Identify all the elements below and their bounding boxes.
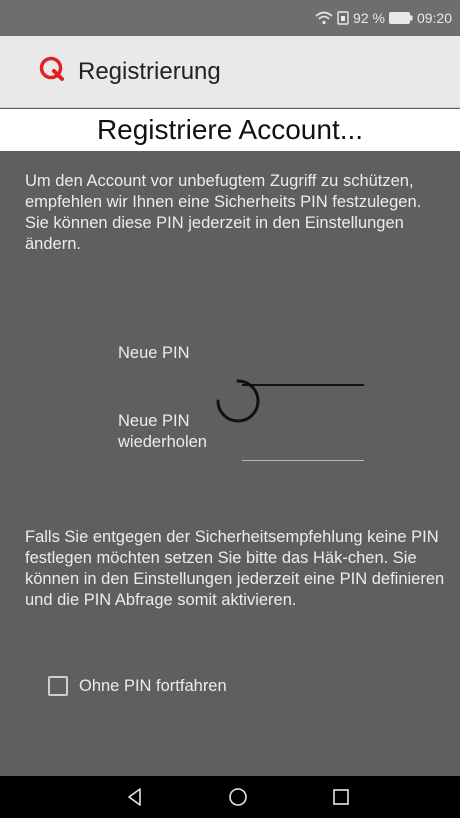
q-logo-icon [38,55,66,88]
navigation-bar [0,776,460,818]
clock: 09:20 [416,10,452,26]
sim-icon [337,11,349,25]
pin-repeat-label-line1: Neue PIN [118,412,190,430]
skip-pin-option[interactable]: Ohne PIN fortfahren [48,676,227,696]
intro-text: Um den Account vor unbefugtem Zugriff zu… [25,172,422,253]
status-bar: 92 % 09:20 [0,0,460,36]
home-icon[interactable] [223,782,253,812]
pin-repeat-input[interactable] [242,430,364,461]
loading-spinner-icon [208,373,264,434]
skip-pin-checkbox[interactable] [48,676,68,696]
pin-label: Neue PIN [118,344,190,362]
recents-icon[interactable] [326,782,356,812]
app-bar: Registrierung [0,36,460,108]
info-text: Falls Sie entgegen der Sicherheitsempfeh… [25,528,445,609]
registration-content: Um den Account vor unbefugtem Zugriff zu… [0,151,460,776]
battery-icon [388,12,413,24]
battery-percent: 92 % [353,10,385,26]
progress-banner: Registriere Account... [0,109,460,151]
pin-repeat-label-line2: wiederholen [118,433,207,451]
wifi-icon [315,11,333,25]
skip-pin-label[interactable]: Ohne PIN fortfahren [79,677,227,696]
back-icon[interactable] [120,782,150,812]
app-title: Registrierung [78,57,221,85]
pin-repeat-label: Neue PIN wiederholen [118,411,207,453]
